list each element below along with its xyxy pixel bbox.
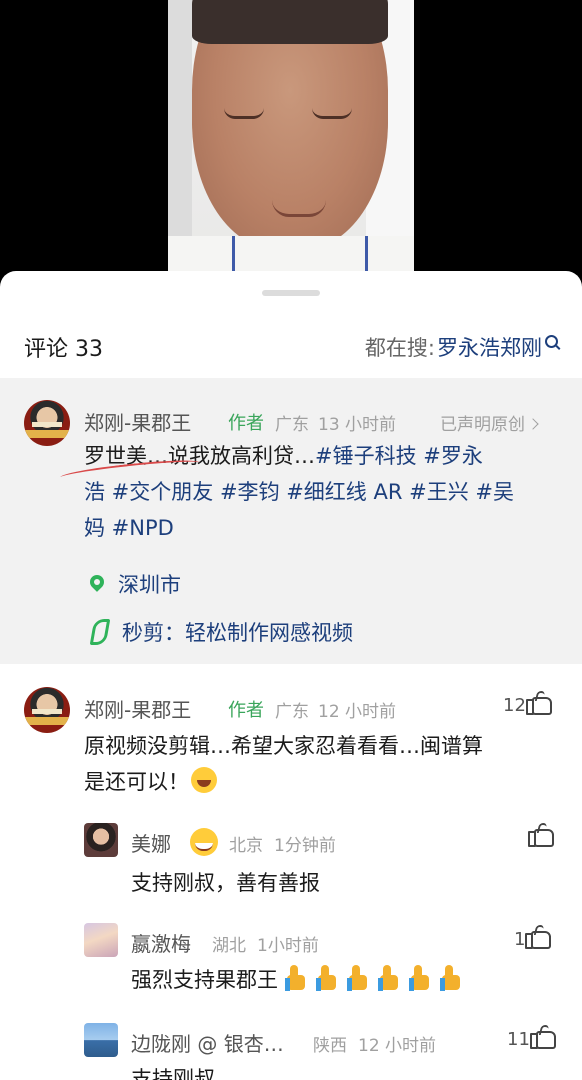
author-post: 郑刚-果郡王 作者 广东 13 小时前 已声明原创 罗世美…说我放高利贷…#锤子… bbox=[0, 378, 582, 664]
comment-region: 广东 bbox=[275, 702, 309, 722]
like-count: 1 bbox=[514, 929, 526, 950]
trending-search[interactable]: 都在搜: 罗永浩郑刚 bbox=[365, 332, 558, 362]
thumbs-up-icon bbox=[525, 696, 552, 715]
comment-region: 陕西 bbox=[313, 1036, 347, 1056]
search-prefix: 都在搜: bbox=[364, 336, 435, 360]
right-eye bbox=[312, 108, 352, 119]
person-hair bbox=[192, 0, 388, 44]
post-tags-line1[interactable]: #锤子科技 #罗永 bbox=[315, 444, 483, 468]
post-region: 广东 bbox=[275, 415, 309, 435]
avatar[interactable] bbox=[84, 923, 118, 957]
thumbs-up-icon bbox=[529, 1030, 556, 1049]
thumbs-up-emoji bbox=[315, 965, 338, 991]
thumbs-up-icon bbox=[525, 930, 552, 949]
post-tags-line3[interactable]: 妈 #NPD bbox=[84, 510, 564, 546]
drag-handle[interactable] bbox=[262, 290, 320, 296]
like-button[interactable]: 1 bbox=[514, 929, 552, 950]
comment-region: 北京 bbox=[229, 836, 263, 856]
laugh-cry-emoji bbox=[191, 767, 217, 793]
avatar[interactable] bbox=[84, 1023, 118, 1057]
thumbs-up-emoji bbox=[377, 965, 400, 991]
mouth bbox=[272, 200, 326, 217]
comment-time: 1分钟前 bbox=[274, 836, 336, 856]
comment-text: 原视频没剪辑…希望大家忍着看看…闽谱算 是还可以！ bbox=[84, 734, 483, 794]
thumbs-up-emoji bbox=[408, 965, 431, 991]
avatar[interactable] bbox=[24, 400, 70, 446]
app-promo-label: 秒剪：轻松制作网感视频 bbox=[122, 621, 353, 645]
grin-emoji bbox=[190, 828, 218, 856]
like-button[interactable]: 11 bbox=[507, 1029, 556, 1050]
commenter-name[interactable]: 郑刚-果郡王 bbox=[84, 694, 191, 723]
chevron-right-icon bbox=[527, 418, 539, 430]
miaojian-app-icon bbox=[89, 619, 111, 645]
comment-time: 12 小时前 bbox=[358, 1036, 437, 1056]
thumbs-up-emoji bbox=[284, 965, 307, 991]
like-button[interactable] bbox=[528, 829, 554, 847]
comment-text: 支持刚叔 bbox=[131, 1067, 215, 1080]
search-icon bbox=[545, 334, 558, 348]
comments-count-title: 评论 33 bbox=[24, 337, 103, 362]
like-button[interactable]: 12 bbox=[503, 695, 552, 716]
left-eye bbox=[224, 108, 264, 119]
commenter-name[interactable]: 嬴激梅 bbox=[131, 928, 191, 957]
post-time: 13 小时前 bbox=[318, 415, 397, 435]
author-badge: 作者 bbox=[228, 413, 264, 434]
like-count: 12 bbox=[503, 695, 526, 716]
post-tags-line2[interactable]: 浩 #交个朋友 #李钧 #细红线 AR #王兴 #吴 bbox=[84, 474, 564, 510]
avatar[interactable] bbox=[24, 687, 70, 733]
original-claim-link[interactable]: 已声明原创 bbox=[440, 410, 539, 435]
comment-region: 湖北 bbox=[212, 936, 246, 956]
comments-sheet: 评论 33 都在搜: 罗永浩郑刚 郑刚-果郡王 作者 广东 13 小时前 已声明… bbox=[0, 271, 582, 1080]
thumbs-up-emoji bbox=[439, 965, 462, 991]
thumbs-up-icon bbox=[528, 829, 554, 847]
comments-header: 评论 33 都在搜: 罗永浩郑刚 bbox=[24, 331, 558, 363]
location-pin-icon bbox=[87, 572, 107, 592]
comment-time: 1小时前 bbox=[257, 936, 319, 956]
comment-text: 强烈支持果郡王 bbox=[131, 962, 471, 998]
like-count: 11 bbox=[507, 1029, 530, 1050]
author-name[interactable]: 郑刚-果郡王 bbox=[84, 407, 191, 436]
thumbs-up-emoji bbox=[346, 965, 369, 991]
location-label: 深圳市 bbox=[118, 573, 181, 597]
comment-text: 支持刚叔，善有善报 bbox=[131, 871, 320, 895]
app-promo-link[interactable]: 秒剪：轻松制作网感视频 bbox=[86, 617, 353, 647]
video-frame[interactable] bbox=[168, 0, 414, 285]
location-link[interactable]: 深圳市 bbox=[86, 569, 181, 599]
author-badge: 作者 bbox=[228, 700, 264, 721]
commenter-name[interactable]: 边陇刚 @ 银杏… bbox=[131, 1028, 284, 1057]
avatar[interactable] bbox=[84, 823, 118, 857]
comment-time: 12 小时前 bbox=[318, 702, 397, 722]
commenter-name[interactable]: 美娜 bbox=[131, 828, 171, 857]
post-text: 罗世美…说我放高利贷…#锤子科技 #罗永 浩 #交个朋友 #李钧 #细红线 AR… bbox=[84, 438, 564, 546]
search-keyword[interactable]: 罗永浩郑刚 bbox=[437, 332, 542, 362]
